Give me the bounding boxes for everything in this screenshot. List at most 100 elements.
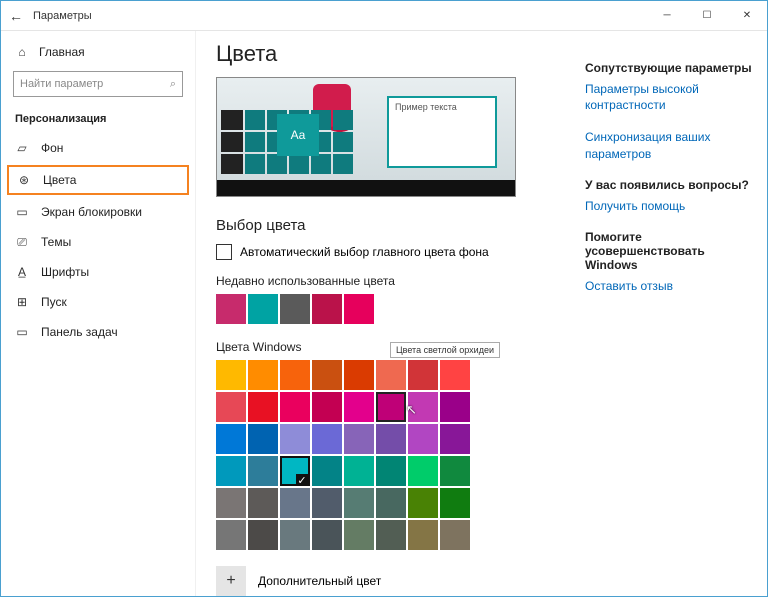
color-swatch[interactable] — [248, 424, 278, 454]
color-swatch[interactable] — [440, 456, 470, 486]
color-swatch[interactable] — [376, 392, 406, 422]
color-swatch[interactable] — [216, 456, 246, 486]
page-title: Цвета — [216, 41, 567, 67]
color-swatch[interactable] — [248, 488, 278, 518]
nav-icon: ▱ — [15, 141, 29, 155]
nav-icon: ▭ — [15, 205, 29, 219]
recent-color-swatch[interactable] — [312, 294, 342, 324]
color-swatch[interactable] — [280, 360, 310, 390]
color-swatch[interactable] — [280, 488, 310, 518]
minimize-button[interactable]: ─ — [647, 1, 687, 29]
color-swatch[interactable] — [344, 520, 374, 550]
color-swatch[interactable] — [376, 424, 406, 454]
sidebar: ⌂ Главная Найти параметр ⌕ Персонализаци… — [1, 31, 196, 596]
nav-label: Пуск — [41, 295, 67, 309]
color-swatch[interactable] — [344, 456, 374, 486]
color-swatch[interactable] — [376, 488, 406, 518]
color-swatch[interactable] — [312, 424, 342, 454]
color-swatch[interactable] — [440, 520, 470, 550]
color-swatch[interactable] — [440, 424, 470, 454]
color-swatch[interactable] — [408, 488, 438, 518]
link-feedback[interactable]: Оставить отзыв — [585, 278, 755, 294]
nav-item-6[interactable]: ▭Панель задач — [1, 317, 195, 347]
color-swatch[interactable] — [376, 520, 406, 550]
color-swatch[interactable] — [408, 520, 438, 550]
color-swatch[interactable] — [248, 520, 278, 550]
color-swatch[interactable] — [440, 360, 470, 390]
color-swatch[interactable] — [440, 488, 470, 518]
nav-label: Экран блокировки — [41, 205, 142, 219]
color-swatch[interactable] — [280, 456, 310, 486]
color-swatch[interactable] — [248, 392, 278, 422]
window-title: Параметры — [33, 10, 92, 22]
color-swatch[interactable] — [376, 456, 406, 486]
nav-label: Темы — [41, 235, 71, 249]
nav-item-1[interactable]: ⊛Цвета — [7, 165, 189, 195]
color-swatch[interactable] — [216, 424, 246, 454]
nav-icon: ▭ — [15, 325, 29, 339]
maximize-button[interactable]: ☐ — [687, 1, 727, 29]
color-swatch[interactable] — [216, 392, 246, 422]
link-high-contrast[interactable]: Параметры высокой контрастности — [585, 81, 755, 113]
color-swatch[interactable] — [248, 360, 278, 390]
related-heading: Сопутствующие параметры — [585, 61, 755, 75]
auto-color-checkbox[interactable]: Автоматический выбор главного цвета фона — [216, 244, 567, 260]
color-swatch[interactable] — [344, 360, 374, 390]
nav-label: Шрифты — [41, 265, 89, 279]
color-swatch[interactable] — [280, 424, 310, 454]
color-swatch[interactable] — [408, 456, 438, 486]
color-swatch[interactable] — [312, 392, 342, 422]
home-link[interactable]: ⌂ Главная — [1, 39, 195, 65]
home-label: Главная — [39, 45, 85, 59]
additional-color-label: Дополнительный цвет — [258, 574, 381, 588]
color-swatch[interactable] — [216, 360, 246, 390]
recent-color-swatch[interactable] — [280, 294, 310, 324]
recent-color-swatch[interactable] — [344, 294, 374, 324]
color-swatch[interactable] — [408, 360, 438, 390]
preview-pane: Aa Пример текста — [216, 77, 516, 197]
color-tooltip: Цвета светлой орхидеи — [390, 342, 500, 358]
back-button[interactable]: ← — [9, 8, 33, 24]
recent-color-swatch[interactable] — [248, 294, 278, 324]
additional-color-button[interactable]: + Дополнительный цвет — [216, 566, 567, 596]
nav-item-3[interactable]: ⎚ Темы — [1, 227, 195, 257]
right-rail: Сопутствующие параметры Параметры высоко… — [585, 41, 755, 596]
search-input[interactable]: Найти параметр ⌕ — [13, 71, 183, 97]
color-swatch[interactable] — [280, 520, 310, 550]
color-swatch[interactable] — [344, 488, 374, 518]
color-swatch[interactable] — [408, 424, 438, 454]
recent-color-swatch[interactable] — [216, 294, 246, 324]
home-icon: ⌂ — [15, 45, 29, 59]
plus-icon: + — [216, 566, 246, 596]
nav-item-2[interactable]: ▭ Экран блокировки — [1, 197, 195, 227]
color-swatch[interactable] — [312, 360, 342, 390]
color-swatch[interactable] — [440, 392, 470, 422]
close-button[interactable]: ✕ — [727, 1, 767, 29]
link-sync-settings[interactable]: Синхронизация ваших параметров — [585, 129, 755, 161]
color-swatch[interactable] — [312, 488, 342, 518]
nav-icon: A̲ — [15, 265, 29, 279]
questions-heading: У вас появились вопросы? — [585, 178, 755, 192]
color-swatch[interactable] — [344, 424, 374, 454]
checkbox-box — [216, 244, 232, 260]
color-swatch[interactable] — [216, 488, 246, 518]
section-title: Персонализация — [1, 107, 195, 133]
color-swatch[interactable] — [344, 392, 374, 422]
color-swatch[interactable] — [248, 456, 278, 486]
improve-heading: Помогите усовершенствовать Windows — [585, 230, 755, 272]
choose-color-heading: Выбор цвета — [216, 217, 567, 234]
nav-item-5[interactable]: ⊞Пуск — [1, 287, 195, 317]
link-get-help[interactable]: Получить помощь — [585, 198, 755, 214]
recent-colors — [216, 294, 516, 324]
nav-icon: ⎚ — [15, 235, 29, 249]
nav-item-0[interactable]: ▱ Фон — [1, 133, 195, 163]
nav-item-4[interactable]: A̲ Шрифты — [1, 257, 195, 287]
color-swatch[interactable] — [376, 360, 406, 390]
color-swatch[interactable] — [312, 456, 342, 486]
color-swatch[interactable] — [216, 520, 246, 550]
nav-label: Фон — [41, 141, 63, 155]
search-icon: ⌕ — [170, 78, 176, 91]
color-swatch[interactable] — [312, 520, 342, 550]
recent-colors-label: Недавно использованные цвета — [216, 274, 567, 288]
color-swatch[interactable] — [280, 392, 310, 422]
